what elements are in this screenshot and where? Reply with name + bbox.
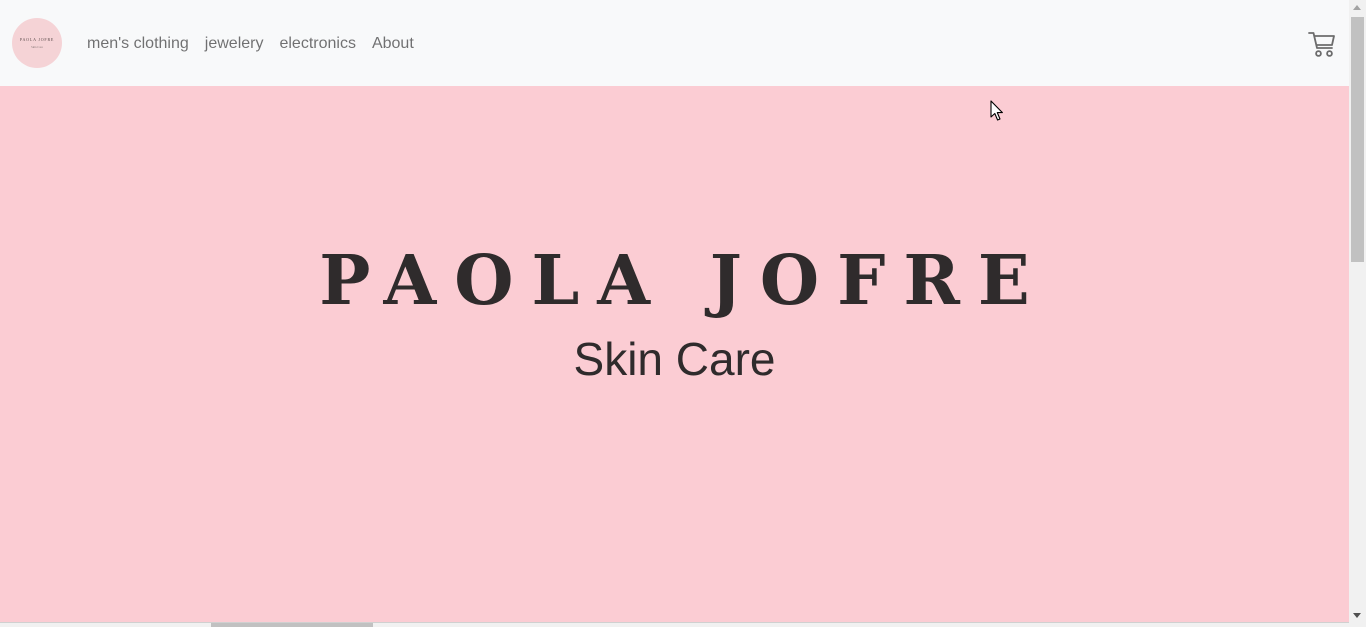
nav-links: men's clothing jewelery electronics Abou… (79, 32, 422, 56)
vertical-scrollbar[interactable] (1349, 0, 1366, 627)
shopping-cart-icon[interactable] (1307, 29, 1337, 59)
nav-link-electronics[interactable]: electronics (271, 32, 363, 56)
hero-banner: PAOLA JOFRE Skin Care (0, 86, 1349, 627)
navbar: PAOLA JOFRE Skin Care men's clothing jew… (0, 0, 1349, 86)
hero-subtitle: Skin Care (573, 333, 776, 385)
nav-link-mens-clothing[interactable]: men's clothing (79, 32, 197, 56)
horizontal-scrollbar[interactable] (0, 623, 1349, 627)
logo-text: PAOLA JOFRE (19, 37, 55, 42)
nav-link-about[interactable]: About (364, 32, 422, 56)
scroll-up-arrow-icon[interactable] (1353, 5, 1361, 10)
logo-subtext: Skin Care (31, 45, 43, 49)
brand-logo[interactable]: PAOLA JOFRE Skin Care (12, 18, 62, 68)
nav-link-jewelery[interactable]: jewelery (197, 32, 272, 56)
horizontal-scrollbar-thumb[interactable] (211, 623, 373, 627)
vertical-scrollbar-thumb[interactable] (1351, 17, 1364, 262)
hero-title: PAOLA JOFRE (319, 241, 1048, 321)
mouse-cursor-icon (990, 100, 1004, 122)
page-viewport: PAOLA JOFRE Skin Care men's clothing jew… (0, 0, 1349, 627)
scroll-down-arrow-icon[interactable] (1353, 613, 1361, 618)
